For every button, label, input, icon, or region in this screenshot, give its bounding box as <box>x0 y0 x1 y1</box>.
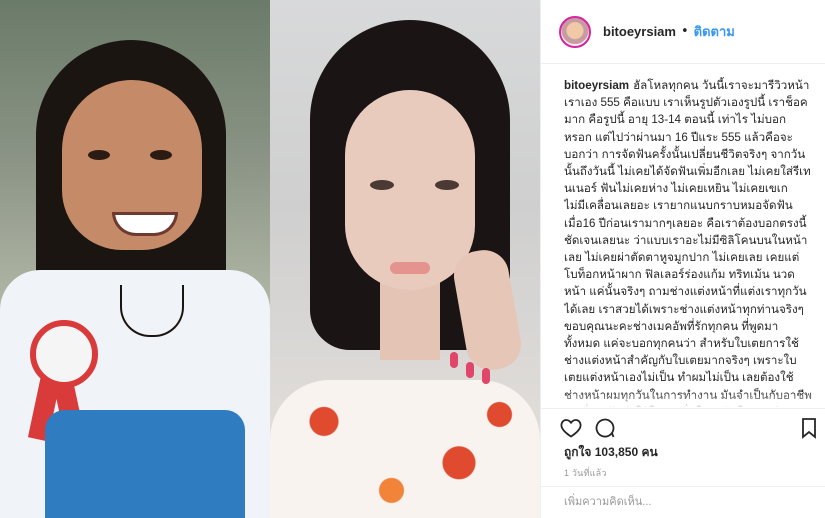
comment-bar <box>541 486 825 518</box>
before-right-eye <box>150 150 172 160</box>
separator-dot: • <box>680 24 689 39</box>
caption-text: ฮัลโหลทุกคน วันนี้เราจะมารีวิวหน้าเราเอง… <box>564 79 812 407</box>
avatar[interactable] <box>559 15 591 48</box>
action-bar <box>541 408 825 446</box>
username-link[interactable]: bitoeyrsiam <box>603 24 676 39</box>
before-sign <box>45 410 245 518</box>
after-lips <box>390 262 430 274</box>
after-nail <box>450 352 458 368</box>
after-face <box>345 90 475 290</box>
after-hand <box>449 246 526 374</box>
post-image[interactable] <box>0 0 540 518</box>
after-nail <box>482 368 490 384</box>
after-photo <box>270 0 540 518</box>
instagram-post: bitoeyrsiam • ติดตาม bitoeyrsiam ฮัลโหลทุ… <box>0 0 825 518</box>
post-caption: bitoeyrsiam ฮัลโหลทุกคน วันนี้เราจะมารีวิ… <box>564 77 812 407</box>
post-header: bitoeyrsiam • ติดตาม <box>541 0 825 64</box>
comment-icon[interactable] <box>593 416 617 440</box>
after-floral-dress <box>270 380 540 518</box>
before-rosette <box>30 320 98 388</box>
post-time[interactable]: 1 วันที่แล้ว <box>564 466 607 480</box>
post-side-panel: bitoeyrsiam • ติดตาม bitoeyrsiam ฮัลโหลทุ… <box>540 0 825 518</box>
after-nail <box>466 362 474 378</box>
before-photo <box>0 0 270 518</box>
after-right-eye <box>435 180 459 190</box>
caption-username-link[interactable]: bitoeyrsiam <box>564 79 629 92</box>
bookmark-icon[interactable] <box>797 416 821 440</box>
after-left-eye <box>370 180 394 190</box>
comment-input[interactable] <box>564 493 804 511</box>
after-neck <box>380 280 440 360</box>
likes-count[interactable]: ถูกใจ 103,850 คน <box>564 443 658 462</box>
heart-icon[interactable] <box>559 416 583 440</box>
before-left-eye <box>88 150 110 160</box>
follow-button[interactable]: ติดตาม <box>694 21 735 42</box>
